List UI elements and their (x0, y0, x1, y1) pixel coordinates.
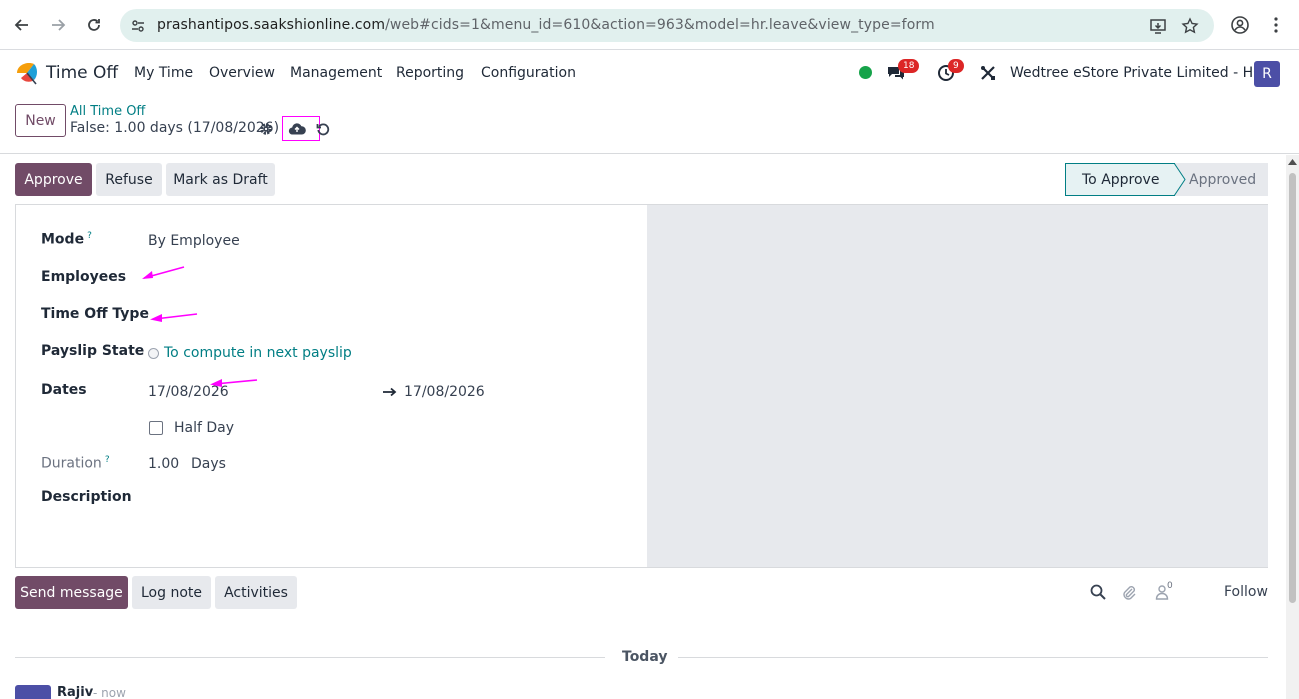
refuse-button[interactable]: Refuse (96, 163, 162, 196)
employees-label: Employees (41, 269, 127, 285)
scroll-thumb[interactable] (1289, 173, 1296, 603)
browser-toolbar: prashantipos.saakshionline.com/web#cids=… (0, 0, 1299, 50)
mode-help-tooltip[interactable]: ? (87, 231, 92, 241)
mode-value[interactable]: By Employee (148, 233, 240, 249)
message-author[interactable]: Rajiv (57, 685, 93, 699)
stage-approved[interactable]: Approved (1175, 163, 1268, 196)
status-bar: Approved To Approve (1065, 163, 1268, 196)
address-bar[interactable]: prashantipos.saakshionline.com/web#cids=… (120, 9, 1214, 42)
payslip-state-radio[interactable]: To compute in next payslip (148, 345, 352, 361)
divider-right (678, 657, 1268, 658)
messages-chat-icon[interactable]: 18 (886, 59, 920, 83)
activities-badge: 9 (948, 59, 964, 73)
menu-my-time[interactable]: My Time (134, 65, 193, 81)
stage-to-approve[interactable]: To Approve (1065, 163, 1175, 196)
form-sheet: Mode? By Employee Employees Time Off Typ… (15, 204, 1268, 568)
dates-label: Dates (41, 382, 87, 398)
attachment-paperclip-icon[interactable] (1120, 583, 1138, 601)
activities-clock-icon[interactable]: 9 (936, 59, 964, 83)
forward-icon[interactable] (44, 11, 72, 39)
message-author-avatar[interactable] (15, 685, 51, 699)
url-path: /web#cids=1&menu_id=610&action=963&model… (385, 17, 935, 33)
mode-label: Mode? (41, 231, 92, 248)
reload-icon[interactable] (80, 11, 108, 39)
page-scrollbar[interactable] (1286, 155, 1299, 699)
annotation-arrow (142, 266, 185, 279)
mark-as-draft-button[interactable]: Mark as Draft (166, 163, 275, 196)
control-panel: New All Time Off False: 1.00 days (17/08… (0, 96, 1299, 154)
divider-left (15, 657, 605, 658)
company-switcher[interactable]: Wedtree eStore Private Limited - HO (1010, 65, 1264, 81)
follow-button[interactable]: Follow (1224, 584, 1268, 600)
install-app-icon[interactable] (1148, 16, 1168, 36)
half-day-label: Half Day (174, 420, 235, 436)
discard-undo-icon[interactable] (314, 120, 332, 138)
activities-button[interactable]: Activities (215, 576, 297, 609)
send-message-button[interactable]: Send message (15, 576, 128, 609)
stage-arrow (1174, 163, 1186, 196)
url-text: prashantipos.saakshionline.com/web#cids=… (157, 17, 935, 33)
today-separator: Today (622, 649, 668, 665)
payslip-radio-icon[interactable] (148, 347, 159, 359)
app-navbar: Time Off My Time Overview Management Rep… (0, 51, 1299, 96)
payslip-state-label: Payslip State (41, 343, 145, 359)
debug-tools-icon[interactable] (978, 63, 998, 83)
approve-button[interactable]: Approve (15, 163, 92, 196)
followers-icon[interactable]: 0 (1148, 581, 1176, 601)
log-note-button[interactable]: Log note (132, 576, 211, 609)
presence-status-icon (859, 66, 872, 79)
search-icon[interactable] (1089, 583, 1107, 601)
menu-management[interactable]: Management (290, 65, 382, 81)
profile-icon[interactable] (1226, 11, 1254, 39)
app-name[interactable]: Time Off (46, 63, 118, 83)
payslip-state-value: To compute in next payslip (164, 345, 352, 361)
duration-value[interactable]: 1.00 (148, 456, 179, 472)
record-title: False: 1.00 days (17/08/2026) (70, 120, 280, 136)
date-to-input[interactable]: 17/08/2026 (404, 384, 485, 400)
bookmark-star-icon[interactable] (1180, 16, 1200, 36)
half-day-checkbox[interactable] (149, 421, 163, 435)
arrow-right-icon (383, 387, 397, 397)
form-right-panel (647, 205, 1268, 567)
annotation-arrow (210, 379, 258, 387)
description-label: Description (41, 489, 132, 505)
back-icon[interactable] (8, 11, 36, 39)
time-off-type-label: Time Off Type (41, 306, 149, 322)
menu-configuration[interactable]: Configuration (481, 65, 576, 81)
scroll-up-icon[interactable] (1288, 159, 1297, 165)
duration-help-tooltip[interactable]: ? (105, 455, 110, 465)
messages-badge: 18 (898, 59, 920, 73)
browser-menu-icon[interactable] (1262, 11, 1290, 39)
site-info-icon[interactable] (130, 18, 146, 34)
duration-label-text: Duration (41, 455, 102, 472)
new-button[interactable]: New (15, 104, 66, 137)
followers-count: 0 (1167, 581, 1173, 591)
annotation-arrow (150, 313, 198, 322)
duration-unit: Days (191, 456, 226, 472)
menu-reporting[interactable]: Reporting (396, 65, 464, 81)
time-off-umbrella-icon[interactable] (14, 60, 40, 86)
message-time: - now (93, 686, 126, 699)
duration-label: Duration? (41, 455, 110, 472)
gear-icon[interactable] (257, 120, 275, 138)
menu-overview[interactable]: Overview (209, 65, 275, 81)
breadcrumb-all-time-off[interactable]: All Time Off (70, 104, 145, 119)
user-avatar[interactable]: R (1254, 61, 1280, 87)
mode-label-text: Mode (41, 231, 85, 248)
url-host: prashantipos.saakshionline.com (157, 17, 386, 33)
